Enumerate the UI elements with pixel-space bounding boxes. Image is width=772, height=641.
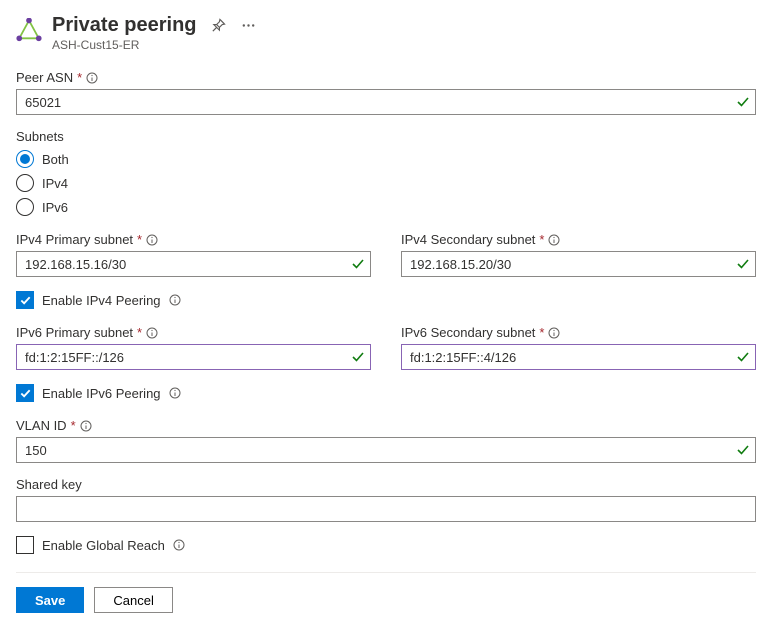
subnets-radio-group: Both IPv4 IPv6 [16,150,756,216]
peering-logo-icon [16,18,42,44]
ipv6-secondary-input[interactable] [401,344,756,370]
radio-ipv6[interactable]: IPv6 [16,198,756,216]
valid-check-icon [736,95,750,109]
peer-asn-label: Peer ASN* [16,70,756,85]
ipv4-primary-label: IPv4 Primary subnet* [16,232,371,247]
enable-ipv4-label: Enable IPv4 Peering [42,293,161,308]
valid-check-icon [351,257,365,271]
info-icon[interactable] [548,327,560,339]
radio-both-label: Both [42,152,69,167]
valid-check-icon [736,350,750,364]
info-icon[interactable] [173,539,185,551]
info-icon[interactable] [86,72,98,84]
vlan-id-label: VLAN ID* [16,418,756,433]
info-icon[interactable] [169,387,181,399]
radio-ipv4[interactable]: IPv4 [16,174,756,192]
ipv4-primary-input[interactable] [16,251,371,277]
valid-check-icon [351,350,365,364]
save-button[interactable]: Save [16,587,84,613]
info-icon[interactable] [146,234,158,246]
ipv6-primary-label: IPv6 Primary subnet* [16,325,371,340]
divider [16,572,756,573]
enable-ipv4-checkbox[interactable]: Enable IPv4 Peering [16,291,756,309]
radio-ipv6-label: IPv6 [42,200,68,215]
ipv6-primary-input[interactable] [16,344,371,370]
valid-check-icon [736,443,750,457]
info-icon[interactable] [548,234,560,246]
enable-ipv6-checkbox[interactable]: Enable IPv6 Peering [16,384,756,402]
pin-icon[interactable] [211,18,227,34]
valid-check-icon [736,257,750,271]
radio-both[interactable]: Both [16,150,756,168]
radio-ipv4-label: IPv4 [42,176,68,191]
subnets-label: Subnets [16,129,756,144]
shared-key-label: Shared key [16,477,756,492]
shared-key-input[interactable] [16,496,756,522]
enable-global-reach-checkbox[interactable]: Enable Global Reach [16,536,756,554]
page-title: Private peering [52,14,197,37]
ipv4-secondary-label: IPv4 Secondary subnet* [401,232,756,247]
info-icon[interactable] [80,420,92,432]
info-icon[interactable] [169,294,181,306]
vlan-id-input[interactable] [16,437,756,463]
ipv6-secondary-label: IPv6 Secondary subnet* [401,325,756,340]
enable-ipv6-label: Enable IPv6 Peering [42,386,161,401]
more-icon[interactable] [241,18,257,34]
ipv4-secondary-input[interactable] [401,251,756,277]
cancel-button[interactable]: Cancel [94,587,172,613]
peer-asn-input[interactable] [16,89,756,115]
page-subtitle: ASH-Cust15-ER [52,38,756,52]
enable-global-reach-label: Enable Global Reach [42,538,165,553]
info-icon[interactable] [146,327,158,339]
